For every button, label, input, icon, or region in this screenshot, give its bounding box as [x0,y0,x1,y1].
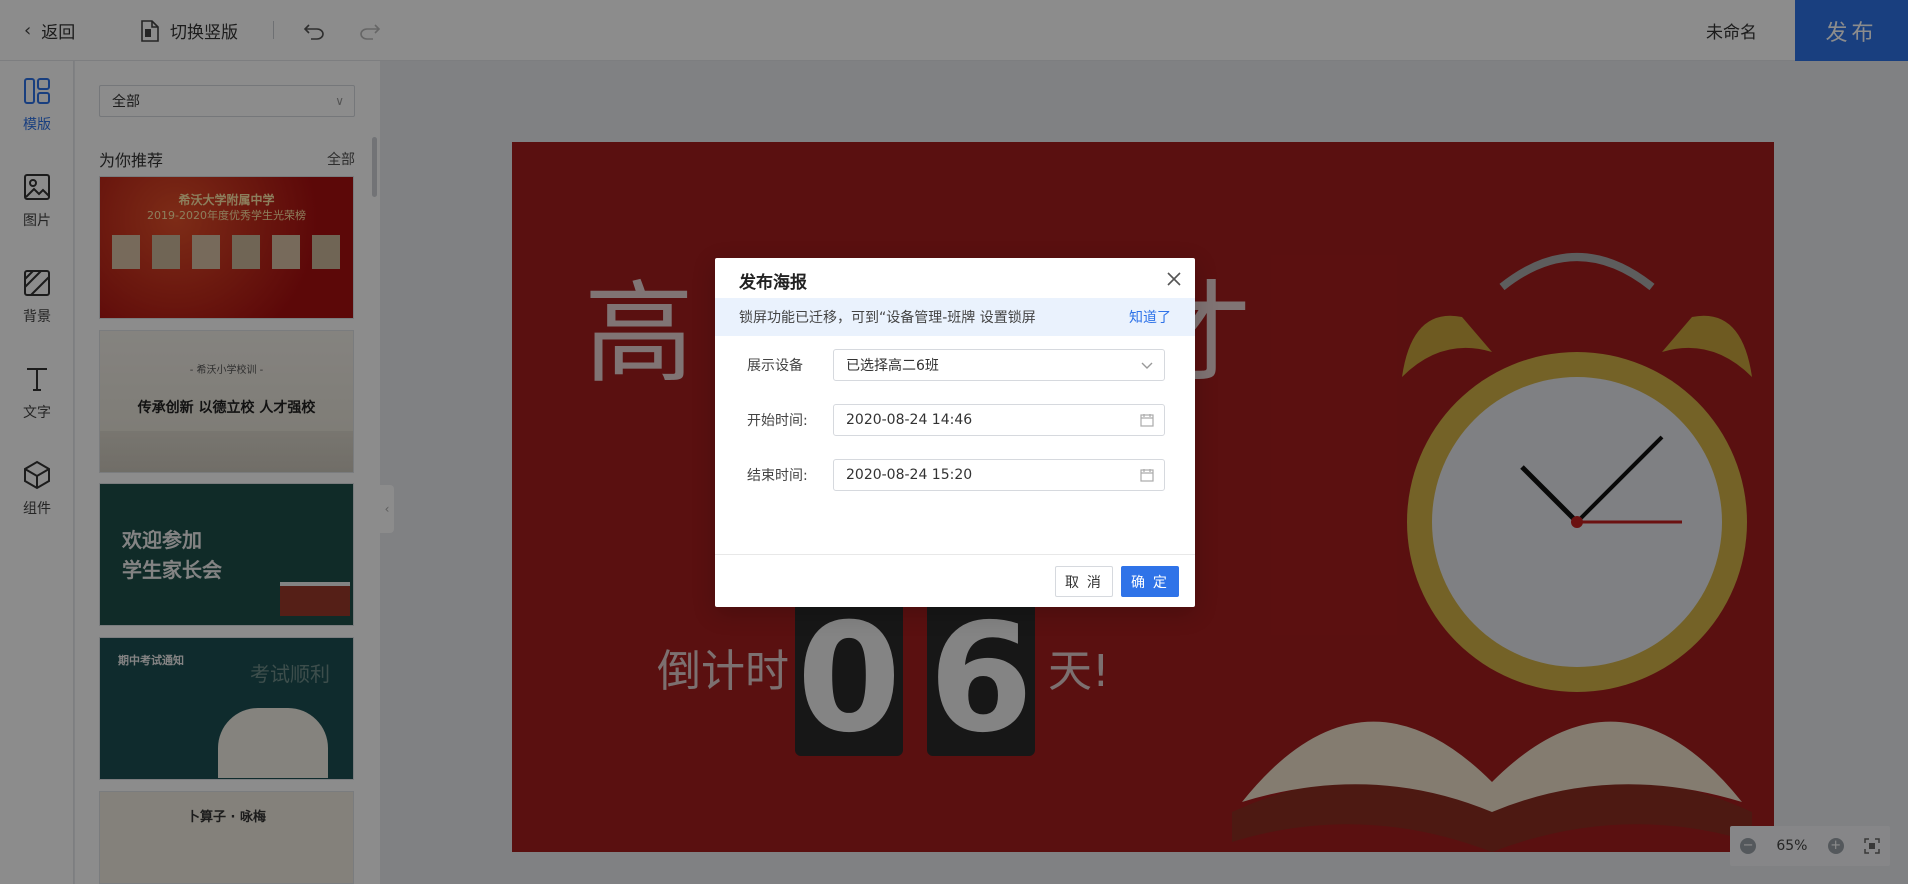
close-button[interactable] [1163,268,1185,290]
end-time-label: 结束时间: [747,468,808,484]
calendar-icon [1140,414,1154,427]
device-select-value: 已选择高二6班 [846,358,939,374]
publish-poster-dialog: 发布海报 锁屏功能已迁移，可到“设备管理-班牌 设置锁屏 知道了 展示设备 已选… [715,258,1195,607]
start-time-input[interactable]: 2020-08-24 14:46 [833,404,1165,436]
notice-text: 锁屏功能已迁移，可到“设备管理-班牌 设置锁屏 [739,310,1036,326]
calendar-icon [1140,469,1154,482]
notice-bar: 锁屏功能已迁移，可到“设备管理-班牌 设置锁屏 知道了 [715,298,1195,336]
confirm-button[interactable]: 确 定 [1121,566,1179,597]
dialog-title: 发布海报 [739,273,807,293]
device-select[interactable]: 已选择高二6班 [833,349,1165,381]
notice-dismiss-link[interactable]: 知道了 [1129,307,1171,327]
close-icon [1167,272,1181,286]
chevron-down-icon [1141,362,1153,369]
end-time-row: 结束时间: 2020-08-24 15:20 [747,459,1167,491]
device-label: 展示设备 [747,358,803,374]
dialog-footer-divider [715,554,1195,555]
device-row: 展示设备 已选择高二6班 [747,349,1167,381]
end-time-input[interactable]: 2020-08-24 15:20 [833,459,1165,491]
start-time-label: 开始时间: [747,413,808,429]
start-time-value: 2020-08-24 14:46 [846,412,973,428]
end-time-value: 2020-08-24 15:20 [846,467,973,483]
start-time-row: 开始时间: 2020-08-24 14:46 [747,404,1167,436]
cancel-button[interactable]: 取 消 [1055,566,1113,597]
